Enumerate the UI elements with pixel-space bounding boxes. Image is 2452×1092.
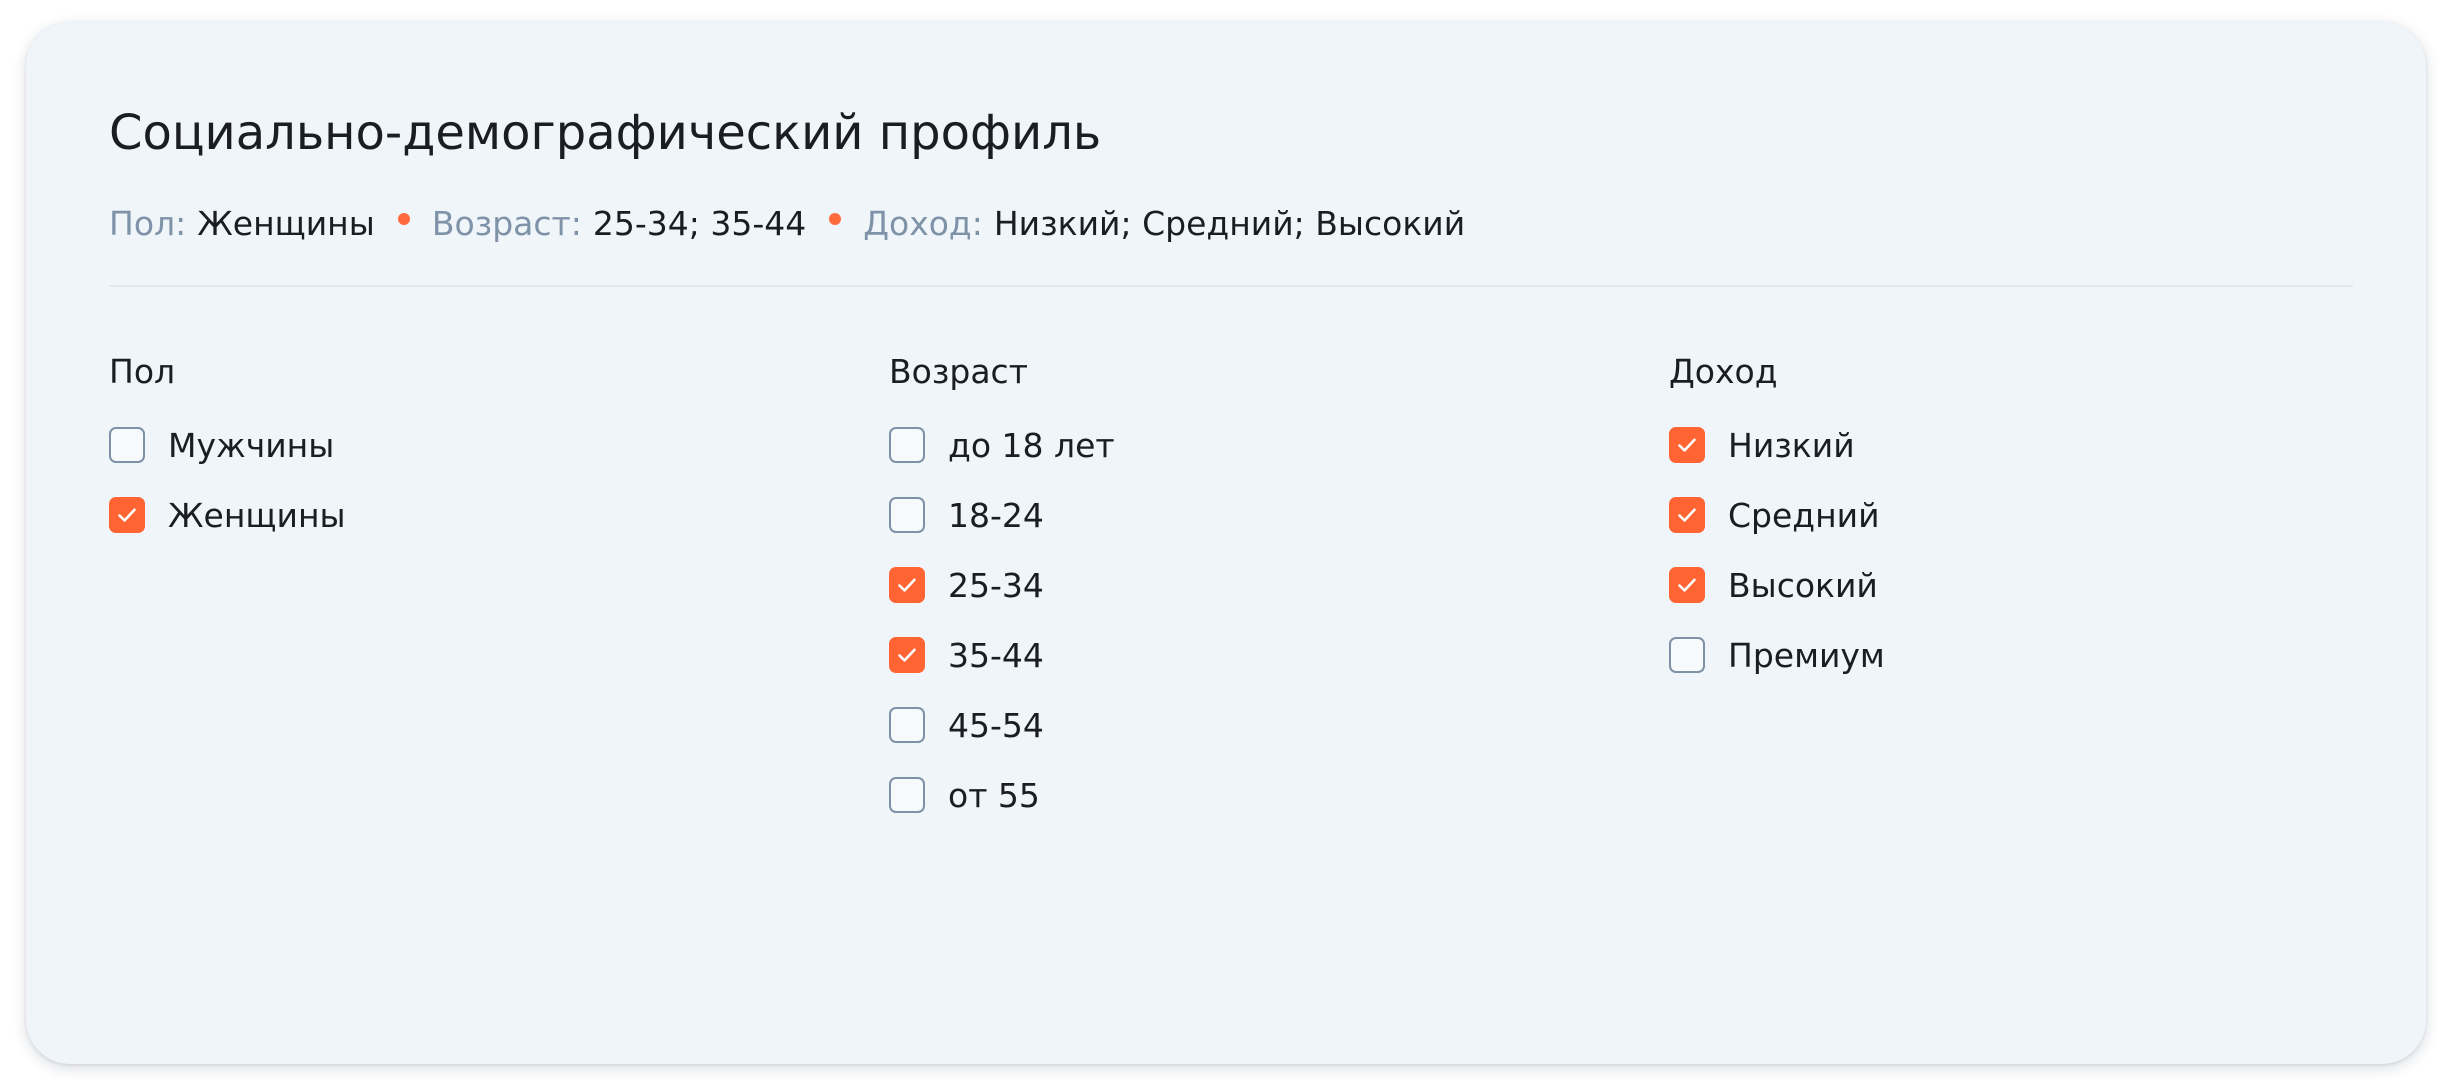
summary-income-value: Низкий; Средний; Высокий [993,203,1466,243]
checkbox-option-low[interactable]: Низкий [1669,425,1855,465]
checkmark-icon [898,648,916,662]
group-title-gender: Пол [109,352,176,391]
checkbox[interactable] [109,427,145,463]
checkbox-label: от 55 [948,775,1040,815]
group-title-income: Доход [1669,352,1778,391]
summary-gender-label: Пол: [109,203,187,243]
checkbox-label: 18-24 [948,495,1044,535]
checkbox[interactable] [1669,497,1705,533]
summary-income-label: Доход: [863,203,983,243]
checkbox[interactable] [889,497,925,533]
summary-age-label: Возраст: [431,203,582,243]
checkbox-label: Премиум [1728,635,1885,675]
checkbox-label: Средний [1728,495,1880,535]
separator-dot-icon [829,213,842,225]
checkbox-label: 25-34 [948,565,1044,605]
checkbox-label: 45-54 [948,705,1044,745]
checkbox[interactable] [889,707,925,743]
checkbox-label: 35-44 [948,635,1044,675]
selection-summary: Пол: Женщины Возраст: 25-34; 35-44 Доход… [109,198,1465,248]
checkmark-icon [1678,438,1696,452]
checkbox-option-55-plus[interactable]: от 55 [889,775,1040,815]
checkbox-label: Женщины [168,495,346,535]
checkbox-option-under-18[interactable]: до 18 лет [889,425,1115,465]
checkbox[interactable] [1669,637,1705,673]
separator-dot-icon [397,213,410,225]
checkmark-icon [898,578,916,592]
checkbox[interactable] [889,637,925,673]
divider [109,285,2353,287]
checkbox-option-35-44[interactable]: 35-44 [889,635,1044,675]
checkbox-option-men[interactable]: Мужчины [109,425,334,465]
summary-gender-value: Женщины [197,203,375,243]
checkbox-label: Низкий [1728,425,1855,465]
checkbox[interactable] [889,427,925,463]
checkbox-label: до 18 лет [948,425,1115,465]
checkmark-icon [118,508,136,522]
checkbox-option-premium[interactable]: Премиум [1669,635,1885,675]
checkbox-option-25-34[interactable]: 25-34 [889,565,1044,605]
checkbox[interactable] [1669,567,1705,603]
checkbox-label: Мужчины [168,425,335,465]
profile-card: Социально-демографический профиль Пол: Ж… [26,22,2426,1064]
checkbox[interactable] [889,567,925,603]
checkbox[interactable] [889,777,925,813]
summary-age-value: 25-34; 35-44 [592,203,807,243]
checkbox-option-women[interactable]: Женщины [109,495,346,535]
checkbox-label: Высокий [1728,565,1878,605]
checkbox-option-18-24[interactable]: 18-24 [889,495,1044,535]
page-title: Социально-демографический профиль [109,105,1102,161]
checkbox-option-medium[interactable]: Средний [1669,495,1880,535]
checkmark-icon [1678,578,1696,592]
checkbox-option-high[interactable]: Высокий [1669,565,1878,605]
checkbox[interactable] [109,497,145,533]
group-title-age: Возраст [889,352,1028,391]
checkbox[interactable] [1669,427,1705,463]
checkbox-option-45-54[interactable]: 45-54 [889,705,1044,745]
checkmark-icon [1678,508,1696,522]
